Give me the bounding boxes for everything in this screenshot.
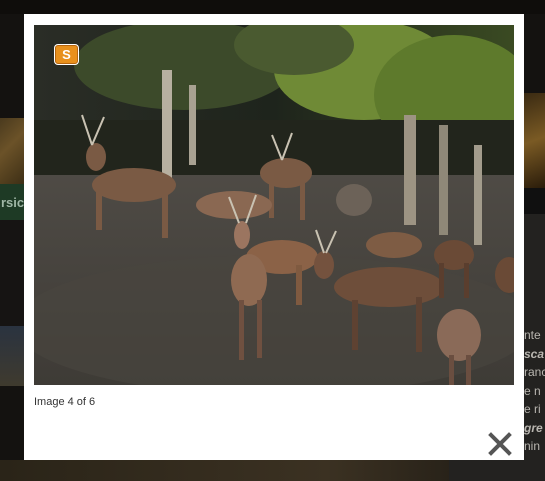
background-text-line: e n: [524, 383, 541, 398]
lightbox-dialog: S Image 4 of 6: [24, 14, 524, 460]
background-article-text: nte sca ranc e n e ri gre nin niz: [524, 326, 545, 456]
background-thumbnail-left-2: [0, 326, 24, 386]
background-bar-right: [524, 188, 545, 214]
background-text-line: ranc: [524, 365, 545, 379]
deer-herd-photo: [34, 25, 514, 385]
background-thumbnail-left: [0, 118, 24, 188]
image-counter: Image 4 of 6: [34, 396, 96, 408]
background-tab-left: rsic: [0, 184, 24, 220]
background-text-line: e ri: [524, 402, 541, 416]
background-thumbnail-right: [524, 93, 545, 188]
background-text-line: gre: [524, 420, 543, 435]
watermark-badge-icon: S: [54, 44, 79, 65]
background-text-line: sca: [524, 346, 545, 361]
close-icon[interactable]: [488, 432, 512, 456]
badge-letter: S: [55, 45, 78, 64]
background-text-line: nte: [524, 328, 541, 342]
page-background-header: [0, 0, 545, 14]
close-button[interactable]: [488, 432, 512, 456]
background-tab-label: rsic: [1, 195, 25, 210]
background-text-line: niz: [524, 456, 545, 457]
lightbox-image[interactable]: S: [34, 25, 514, 385]
background-panel-left: [0, 220, 24, 326]
background-text-line: nin: [524, 439, 541, 453]
